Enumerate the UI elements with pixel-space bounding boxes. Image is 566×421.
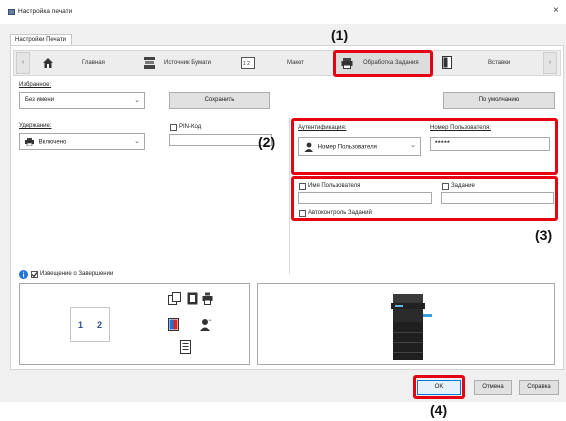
favorites-label: Избранное: — [19, 82, 52, 88]
toolbar-tab-label: Главная — [82, 60, 105, 66]
pin-checkbox[interactable] — [170, 124, 177, 131]
callout-box-authentication — [291, 118, 558, 175]
save-button[interactable]: Сохранить — [169, 92, 270, 109]
checkmark-icon — [31, 272, 38, 278]
home-icon — [43, 58, 53, 68]
callout-number: (2) — [258, 134, 276, 150]
cancel-button[interactable]: Отмена — [474, 380, 512, 395]
window-title: Настройка печати — [18, 8, 73, 15]
help-button[interactable]: Справка — [519, 380, 559, 395]
toolbar-tab-label: Макет — [287, 60, 304, 66]
callout-box-job-handling — [333, 50, 433, 77]
callout-box-ok — [413, 375, 465, 399]
page-number: 1 — [77, 319, 83, 330]
completion-notice-label: Извещение о Завершении — [40, 271, 114, 277]
info-icon — [19, 270, 28, 279]
inserts-icon — [442, 56, 452, 69]
chevron-down-icon: ⌄ — [134, 97, 140, 104]
completion-notice-checkbox[interactable] — [31, 271, 38, 278]
scroll-right-button[interactable]: › — [543, 52, 557, 74]
defaults-button[interactable]: По умолчанию — [443, 92, 555, 109]
printer-icon — [25, 138, 34, 147]
callout-number: (3) — [535, 227, 553, 243]
callout-box-user-fields — [291, 176, 558, 221]
title-bar: Настройка печати × — [0, 0, 566, 24]
page-number: 2 — [96, 319, 102, 330]
toolbar-tab-label: Вставки — [488, 60, 511, 66]
layout-preview — [19, 283, 250, 365]
svg-text:**: ** — [209, 318, 213, 323]
color-mode-icon — [168, 318, 179, 331]
chevron-down-icon: ⌄ — [134, 138, 140, 145]
pin-label: PIN-Код — [179, 124, 202, 130]
scroll-left-button[interactable]: ‹ — [16, 52, 30, 74]
callout-number: (1) — [331, 27, 349, 43]
copy-pages-icon — [168, 292, 181, 305]
layout-icon: 1 2 — [241, 57, 255, 69]
close-icon[interactable]: × — [553, 5, 559, 16]
pin-input[interactable] — [169, 134, 272, 146]
printer-device-icon — [391, 294, 432, 360]
printer-app-icon — [8, 9, 15, 15]
toolbar-tab-layout[interactable]: 1 2 Макет — [241, 52, 321, 74]
callout-number: (4) — [430, 402, 448, 418]
toolbar-tab-home[interactable]: Главная — [42, 52, 127, 74]
svg-text:1 2: 1 2 — [243, 61, 250, 67]
user-auth-icon: ** — [200, 318, 212, 331]
toolbar-tab-inserts[interactable]: Вставки — [442, 52, 532, 74]
toolbar-tab-label: Источник Бумаги — [164, 60, 212, 66]
paper-tray-icon — [144, 57, 155, 69]
staple-icon — [187, 292, 198, 305]
retention-select[interactable]: Включено ⌄ — [19, 133, 145, 150]
retention-label: Удержание: — [19, 123, 52, 129]
hold-printer-icon — [202, 292, 213, 305]
favorites-select[interactable]: Без имени ⌄ — [19, 92, 145, 109]
retention-value: Включено — [38, 139, 67, 146]
favorites-value: Без имени — [25, 97, 55, 103]
document-icon — [180, 340, 191, 354]
page-layout-preview: 1 2 — [70, 307, 110, 342]
toolbar-tab-paper-source[interactable]: Источник Бумаги — [143, 52, 239, 74]
section-divider — [289, 118, 290, 274]
